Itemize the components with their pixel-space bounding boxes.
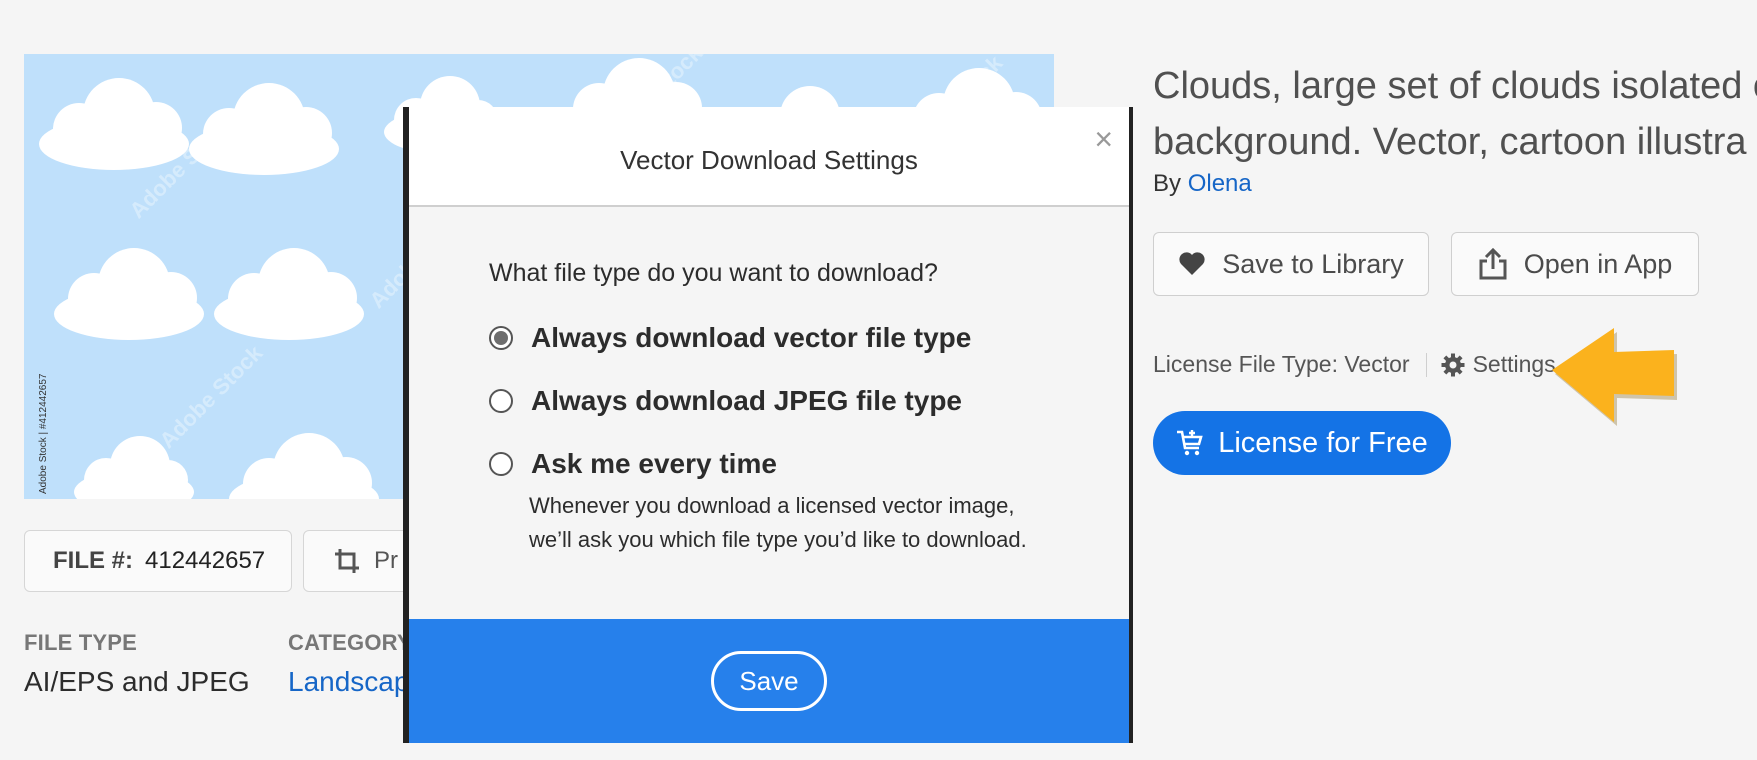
ask-option-description: Whenever you download a licensed vector … — [529, 493, 1027, 552]
option-jpeg[interactable]: Always download JPEG file type — [489, 385, 1129, 417]
file-number-label: FILE #: — [53, 547, 134, 574]
license-for-free-label: License for Free — [1218, 426, 1428, 459]
gear-icon — [1441, 353, 1465, 376]
dialog-footer: Save — [409, 619, 1129, 743]
dialog-body: What file type do you want to download? … — [409, 207, 1129, 557]
option-label: Always download JPEG file type — [531, 385, 962, 416]
open-in-app-label: Open in App — [1523, 248, 1673, 279]
file-type-question: What file type do you want to download? — [489, 259, 938, 287]
license-file-type-row: License File Type: Vector Settings — [1153, 351, 1556, 378]
dialog-title: Vector Download Settings — [620, 144, 918, 175]
arrow-pointer-icon — [1552, 328, 1677, 426]
option-label: Ask me every time — [531, 448, 777, 479]
author-link[interactable]: Olena — [1188, 170, 1252, 197]
option-ask-every-time[interactable]: Ask me every time — [489, 448, 1129, 480]
option-vector[interactable]: Always download vector file type — [489, 322, 1129, 354]
file-type-value: AI/EPS and JPEG — [24, 666, 250, 697]
save-button[interactable]: Save — [711, 651, 827, 711]
asset-title-line: Clouds, large set of clouds isolated o — [1153, 65, 1757, 107]
file-type-label: FILE TYPE — [24, 630, 138, 655]
dialog-header: Vector Download Settings × — [409, 107, 1129, 207]
crop-icon — [335, 549, 359, 573]
cart-add-icon — [1177, 430, 1203, 456]
file-number-box: FILE #: 412442657 — [24, 530, 292, 592]
category-label: CATEGORY — [288, 630, 412, 655]
category-link[interactable]: Landscap — [288, 666, 409, 698]
by-label: By — [1153, 170, 1182, 197]
radio-button[interactable] — [489, 389, 513, 413]
byline: By Olena — [1153, 170, 1252, 198]
settings-label: Settings — [1472, 351, 1556, 377]
vector-download-settings-dialog: Vector Download Settings × What file typ… — [403, 107, 1133, 743]
radio-button[interactable] — [489, 452, 513, 476]
license-for-free-button[interactable]: License for Free — [1153, 411, 1451, 475]
share-icon — [1479, 248, 1507, 280]
asset-title-line: background. Vector, cartoon illustra — [1153, 121, 1747, 163]
asset-title: Clouds, large set of clouds isolated o b… — [1153, 58, 1757, 170]
settings-link[interactable]: Settings — [1441, 351, 1556, 378]
image-credit: Adobe Stock | #412442657 — [38, 373, 49, 494]
heart-icon — [1179, 252, 1205, 275]
radio-button-selected[interactable] — [489, 326, 513, 350]
open-in-app-button[interactable]: Open in App — [1451, 232, 1699, 296]
file-number-value: 412442657 — [145, 547, 266, 574]
save-to-library-button[interactable]: Save to Library — [1153, 232, 1429, 296]
preview-crop-label: Pr — [374, 547, 398, 574]
option-label: Always download vector file type — [531, 322, 972, 353]
save-to-library-label: Save to Library — [1222, 248, 1404, 279]
license-file-type-text: License File Type: Vector — [1153, 351, 1410, 377]
divider — [1425, 352, 1427, 377]
close-icon[interactable]: × — [1094, 123, 1113, 155]
